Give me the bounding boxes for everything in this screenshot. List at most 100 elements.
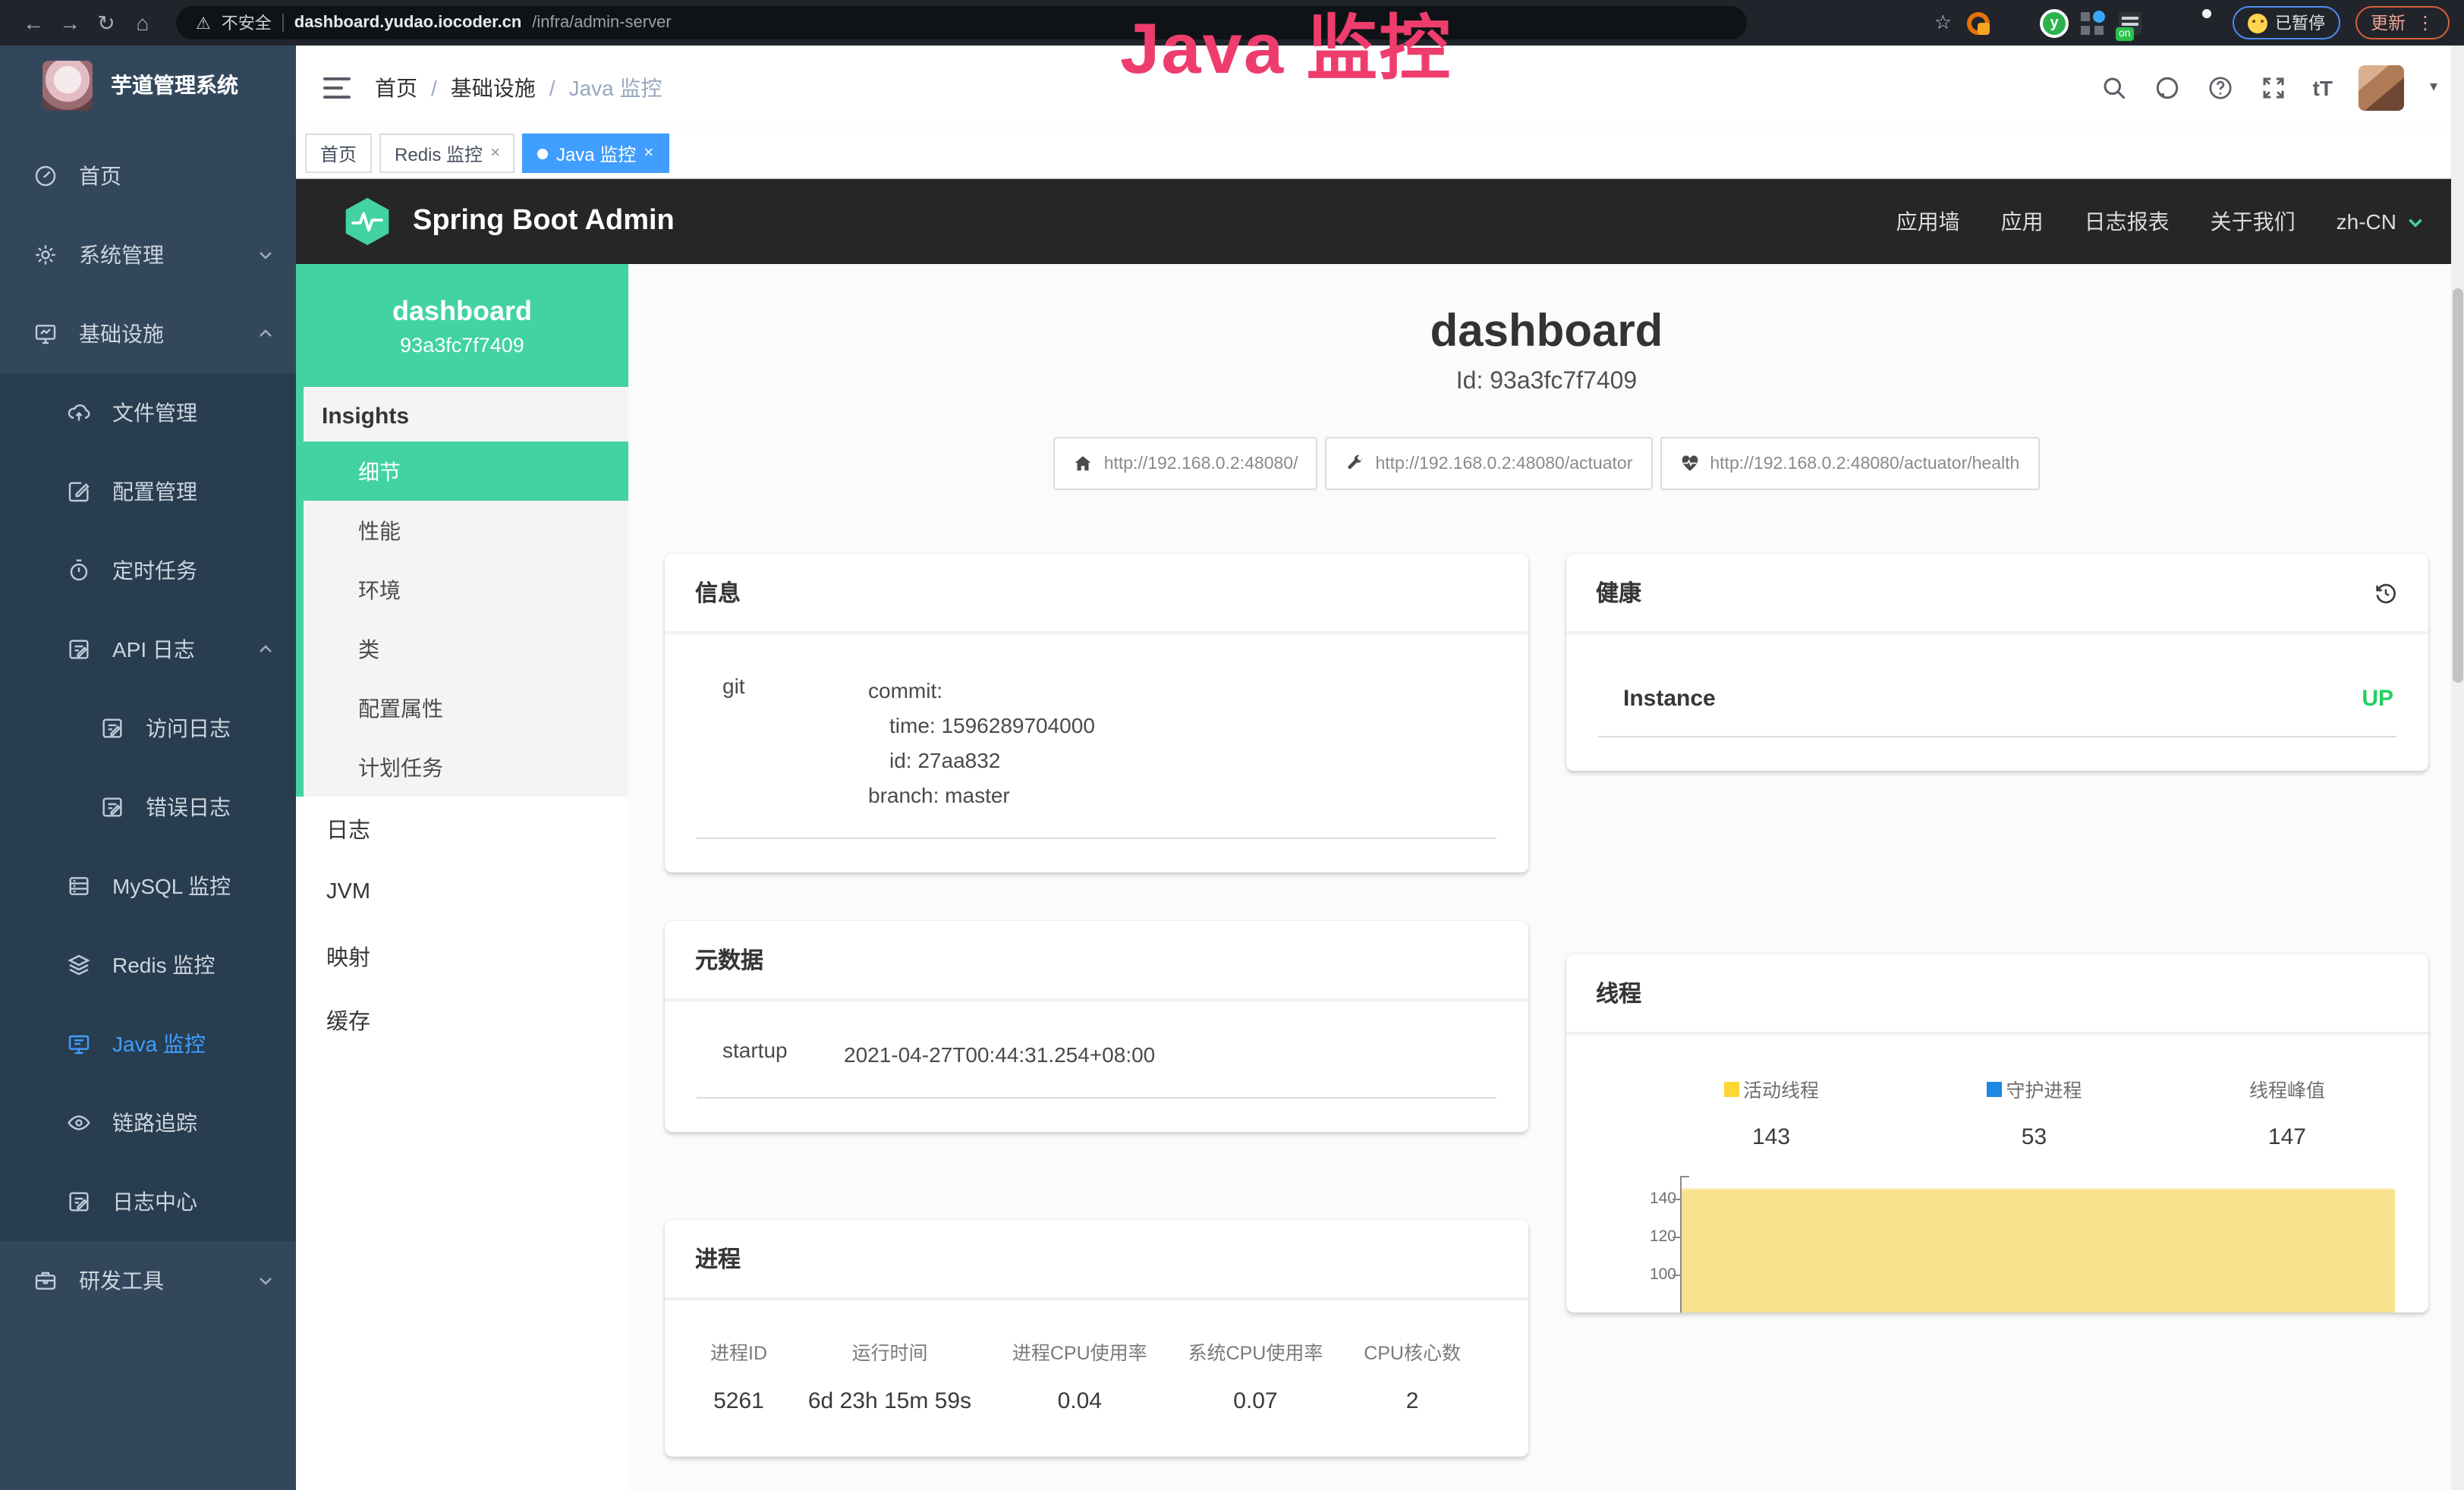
tab-java-monitor[interactable]: Java 监控 × xyxy=(523,134,669,173)
close-icon[interactable]: × xyxy=(490,144,500,162)
sidebar-item-redis[interactable]: Redis 监控 xyxy=(0,926,296,1004)
github-icon[interactable] xyxy=(2154,74,2181,101)
tabs-bar: 首页 Redis 监控 × Java 监控 × xyxy=(296,129,2464,179)
avatar[interactable] xyxy=(2359,64,2404,110)
insights-item-details[interactable]: 细节 xyxy=(304,442,628,501)
heartbeat-icon xyxy=(1679,454,1699,473)
active-tab-dot xyxy=(538,148,549,159)
paused-profile-button[interactable]: 已暂停 xyxy=(2233,6,2340,39)
history-icon[interactable] xyxy=(2374,580,2398,605)
info-git-row: git commit: time: 1596289704000 id: 27aa… xyxy=(697,674,1496,840)
bookmark-star-icon[interactable]: ☆ xyxy=(1934,11,1952,35)
health-row-label: Instance xyxy=(1623,686,1716,712)
sidebar-item-config[interactable]: 配置管理 xyxy=(0,452,296,531)
sidebar-item-error-log[interactable]: 错误日志 xyxy=(0,768,296,847)
sidebar-item-dev-tools[interactable]: 研发工具 xyxy=(0,1241,296,1320)
sidebar-item-label: 日志中心 xyxy=(112,1187,275,1217)
spring-boot-admin-logo-icon[interactable] xyxy=(341,196,393,247)
sidebar-item-tracing[interactable]: 链路追踪 xyxy=(0,1083,296,1162)
main-sidebar: 芋道管理系统 首页 系统管理 xyxy=(0,46,296,1490)
sidebar-item-jobs[interactable]: 定时任务 xyxy=(0,531,296,610)
nav-item-mappings[interactable]: 映射 xyxy=(296,924,628,988)
endpoint-actuator-url[interactable]: http://192.168.0.2:48080/actuator xyxy=(1325,437,1652,490)
forward-icon[interactable]: → xyxy=(52,11,88,35)
endpoint-service-url[interactable]: http://192.168.0.2:48080/ xyxy=(1054,437,1318,490)
close-icon[interactable]: × xyxy=(644,144,653,162)
endpoint-url: http://192.168.0.2:48080/actuator xyxy=(1375,454,1632,473)
instance-id: 93a3fc7f7409 xyxy=(400,333,524,356)
back-icon[interactable]: ← xyxy=(15,11,52,35)
gear-icon xyxy=(33,243,58,267)
breadcrumb-home[interactable]: 首页 xyxy=(375,72,417,102)
extension-puzzle-icon[interactable] xyxy=(2195,11,2217,34)
monitor-icon xyxy=(33,322,58,346)
sidebar-item-mysql[interactable]: MySQL 监控 xyxy=(0,847,296,926)
log-icon xyxy=(67,637,91,662)
address-bar[interactable]: ⚠ 不安全 dashboard.yudao.iocoder.cn/infra/a… xyxy=(176,6,1747,39)
sidebar-item-java-monitor[interactable]: Java 监控 xyxy=(0,1004,296,1083)
help-icon[interactable] xyxy=(2207,74,2234,101)
threads-card: 线程 活动线程 143 守护进程 xyxy=(1566,954,2428,1312)
extension-colorzilla-icon[interactable] xyxy=(1967,11,1990,34)
extension-leaf-icon[interactable] xyxy=(2157,11,2179,34)
endpoint-health-url[interactable]: http://192.168.0.2:48080/actuator/health xyxy=(1660,437,2039,490)
insights-item-environment[interactable]: 环境 xyxy=(304,560,628,619)
chevron-up-icon xyxy=(256,640,275,659)
sidebar-item-home[interactable]: 首页 xyxy=(0,137,296,215)
language-select[interactable]: zh-CN xyxy=(2337,209,2425,234)
instance-header[interactable]: dashboard 93a3fc7f7409 xyxy=(296,264,628,387)
search-icon[interactable] xyxy=(2101,74,2128,101)
extension-on-badge-icon[interactable] xyxy=(2119,11,2141,34)
fullscreen-icon[interactable] xyxy=(2260,74,2287,101)
sba-nav-about[interactable]: 关于我们 xyxy=(2211,206,2296,237)
browser-toolbar: ← → ↻ ⌂ ⚠ 不安全 dashboard.yudao.iocoder.cn… xyxy=(0,0,2464,46)
process-stat-uptime: 运行时间 6d 23h 15m 59s xyxy=(808,1338,971,1415)
page-title: dashboard xyxy=(665,306,2428,358)
browser-menu-icon[interactable]: ⋮ xyxy=(2416,12,2434,33)
home-nav-icon[interactable]: ⌂ xyxy=(124,11,161,35)
tab-home[interactable]: 首页 xyxy=(305,134,372,173)
sidebar-item-system[interactable]: 系统管理 xyxy=(0,215,296,294)
sba-nav: 应用墙 应用 日志报表 关于我们 zh-CN xyxy=(1896,206,2425,237)
insights-item-beans[interactable]: 类 xyxy=(304,619,628,678)
chrome-update-button[interactable]: 更新 ⋮ xyxy=(2355,6,2450,39)
sidebar-item-access-log[interactable]: 访问日志 xyxy=(0,689,296,768)
insights-item-metrics[interactable]: 性能 xyxy=(304,501,628,560)
hamburger-icon[interactable] xyxy=(323,77,351,98)
reload-icon[interactable]: ↻ xyxy=(88,10,124,36)
sba-nav-journal[interactable]: 日志报表 xyxy=(2085,206,2170,237)
insights-item-configprops[interactable]: 配置属性 xyxy=(304,678,628,737)
sba-nav-wallboard[interactable]: 应用墙 xyxy=(1896,206,1960,237)
extension-pin-icon[interactable] xyxy=(2005,11,2028,34)
chevron-down-icon xyxy=(2406,212,2425,231)
font-size-icon[interactable]: tT xyxy=(2313,75,2333,99)
spring-boot-admin-title[interactable]: Spring Boot Admin xyxy=(413,205,675,238)
sidebar-item-infra[interactable]: 基础设施 xyxy=(0,294,296,373)
sidebar-item-api-log[interactable]: API 日志 xyxy=(0,610,296,689)
scrollbar-thumb[interactable] xyxy=(2453,288,2463,683)
endpoint-url: http://192.168.0.2:48080/actuator/health xyxy=(1710,454,2019,473)
extension-grid-icon[interactable] xyxy=(2081,11,2104,34)
metadata-card-title: 元数据 xyxy=(665,922,1528,1002)
app-logo-row[interactable]: 芋道管理系统 xyxy=(0,46,296,124)
chevron-up-icon xyxy=(256,325,275,343)
page-scrollbar[interactable] xyxy=(2451,46,2464,1490)
sidebar-item-files[interactable]: 文件管理 xyxy=(0,373,296,452)
tab-redis-monitor[interactable]: Redis 监控 × xyxy=(379,134,515,173)
layers-icon xyxy=(67,953,91,977)
nav-item-logging[interactable]: 日志 xyxy=(296,797,628,860)
not-secure-icon: ⚠ xyxy=(196,13,211,33)
sidebar-item-log-center[interactable]: 日志中心 xyxy=(0,1162,296,1241)
extension-y-icon[interactable]: y xyxy=(2040,8,2069,37)
nav-item-jvm[interactable]: JVM xyxy=(296,860,628,924)
emoji-avatar-icon xyxy=(2248,13,2267,33)
avatar-caret-icon[interactable]: ▾ xyxy=(2430,79,2437,96)
breadcrumb-separator: / xyxy=(549,75,555,99)
nav-item-caches[interactable]: 缓存 xyxy=(296,988,628,1051)
page-subtitle: Id: 93a3fc7f7409 xyxy=(665,369,2428,396)
sba-nav-applications[interactable]: 应用 xyxy=(2001,206,2044,237)
breadcrumb-separator: / xyxy=(431,75,437,99)
insights-item-scheduled-tasks[interactable]: 计划任务 xyxy=(304,737,628,797)
url-path: /infra/admin-server xyxy=(532,14,671,32)
breadcrumb-infra[interactable]: 基础设施 xyxy=(451,72,536,102)
